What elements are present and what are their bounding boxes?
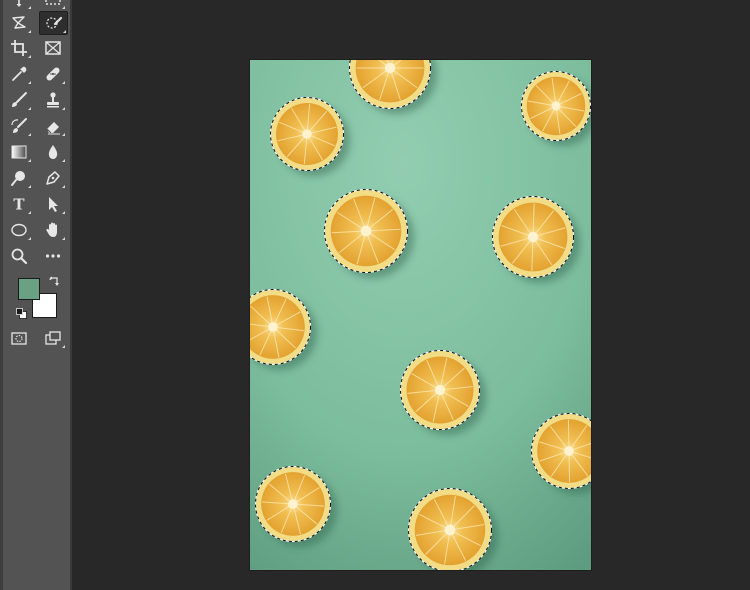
foreground-color-swatch[interactable] — [18, 278, 40, 300]
zoom-tool[interactable] — [6, 245, 32, 267]
lemon-slices-image — [250, 60, 591, 570]
crop-tool-icon — [11, 40, 27, 56]
gradient-tool-icon — [11, 145, 27, 159]
gradient-tool[interactable] — [6, 141, 32, 163]
clone-stamp-tool-icon — [47, 92, 59, 108]
type-tool-icon: T — [13, 196, 25, 214]
zoom-tool-icon — [11, 248, 28, 265]
more-tools-icon — [45, 254, 61, 258]
swap-colors-icon[interactable] — [48, 276, 60, 288]
quick-selection-tool[interactable] — [39, 11, 68, 35]
frame-tool-icon — [45, 41, 61, 55]
quick-mask-icon — [11, 332, 27, 345]
pen-tool-icon — [46, 171, 60, 185]
brush-tool[interactable] — [6, 89, 32, 111]
tools-panel: T — [0, 0, 72, 590]
history-brush-tool-icon — [11, 118, 27, 133]
marquee-tool[interactable] — [40, 0, 66, 10]
screen-mode-icon — [45, 331, 61, 345]
dodge-tool-icon — [11, 171, 25, 186]
eyedropper-tool[interactable] — [6, 63, 32, 85]
eraser-tool-icon — [46, 122, 60, 135]
healing-brush-tool[interactable] — [40, 63, 66, 85]
document-canvas[interactable] — [250, 60, 591, 570]
path-selection-tool-icon — [49, 197, 58, 212]
blur-tool[interactable] — [40, 141, 66, 163]
hand-tool-icon — [46, 222, 57, 237]
move-tool[interactable] — [6, 0, 32, 10]
move-tool-icon — [16, 0, 22, 7]
eyedropper-tool-icon — [12, 66, 27, 81]
frame-tool[interactable] — [40, 37, 66, 59]
dodge-tool[interactable] — [6, 167, 32, 189]
history-brush-tool[interactable] — [6, 115, 32, 137]
tools-panel-edge — [0, 0, 3, 590]
healing-brush-tool-icon — [46, 67, 60, 81]
blur-tool-icon — [48, 145, 58, 159]
clone-stamp-tool[interactable] — [40, 89, 66, 111]
more-tools[interactable] — [40, 245, 66, 267]
lasso-tool-icon — [12, 16, 26, 29]
path-selection-tool[interactable] — [40, 193, 66, 215]
type-tool-glyph: T — [13, 196, 25, 214]
screen-mode-button[interactable] — [40, 327, 66, 349]
marquee-tool-icon — [45, 0, 61, 5]
hand-tool[interactable] — [40, 219, 66, 241]
type-tool[interactable]: T — [6, 193, 32, 215]
quick-selection-tool-icon — [45, 16, 62, 29]
lasso-tool[interactable] — [6, 12, 32, 34]
quick-mask-button[interactable] — [6, 327, 32, 349]
pen-tool[interactable] — [40, 167, 66, 189]
ellipse-tool[interactable] — [6, 219, 32, 241]
default-colors-icon[interactable] — [16, 308, 27, 319]
crop-tool[interactable] — [6, 37, 32, 59]
ellipse-tool-icon — [11, 223, 27, 237]
eraser-tool[interactable] — [40, 115, 66, 137]
brush-tool-icon — [12, 92, 27, 107]
